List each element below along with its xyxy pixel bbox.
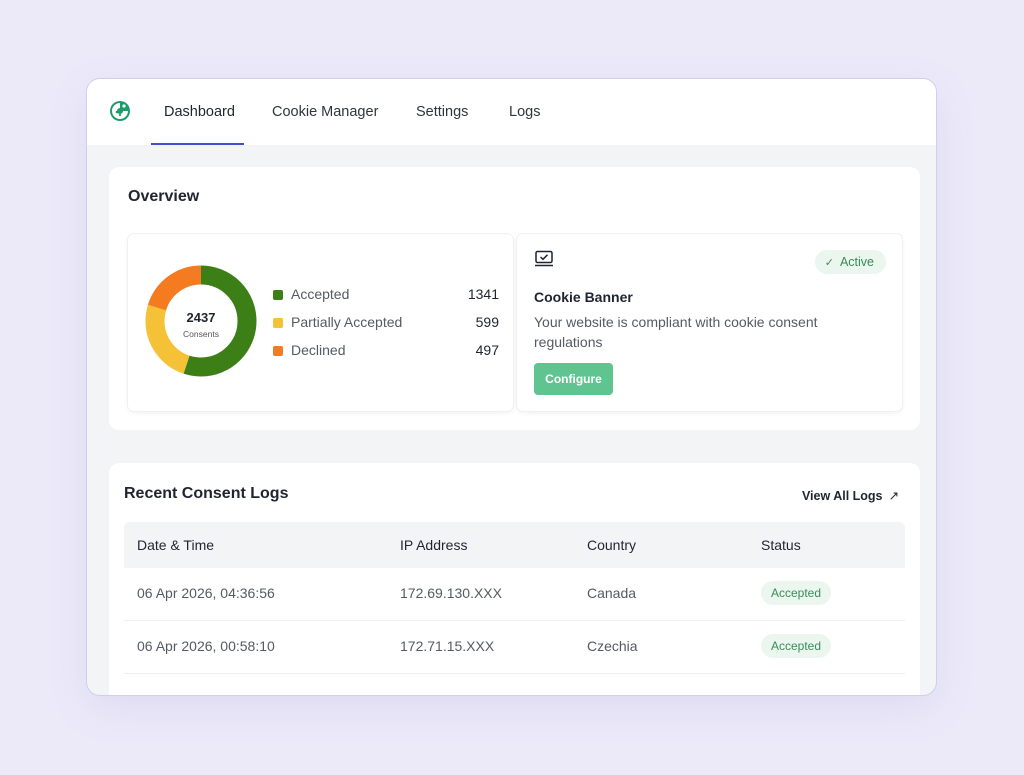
cookie-banner-panel: ✓ Active Cookie Banner Your website is co… — [517, 234, 902, 411]
tab-cookie-manager[interactable]: Cookie Manager — [272, 79, 378, 145]
recent-logs-card: Recent Consent Logs View All Logs ↗ Date … — [109, 463, 920, 695]
cell-ip: 172.69.130.XXX — [400, 585, 502, 601]
legend-label: Declined — [291, 342, 346, 358]
legend-accepted: Accepted 1341 — [273, 286, 499, 306]
status-badge: Accepted — [761, 634, 832, 658]
legend-value: 1341 — [467, 286, 499, 302]
column-header-date[interactable]: Date & Time — [137, 537, 214, 553]
column-header-status[interactable]: Status — [761, 537, 801, 553]
overview-title: Overview — [128, 188, 200, 205]
logs-title: Recent Consent Logs — [124, 485, 289, 502]
app-window: Dashboard Cookie Manager Settings Logs O… — [86, 78, 937, 696]
accepted-swatch — [273, 290, 283, 300]
status-badge: ✓ Active — [814, 250, 886, 274]
configure-button[interactable]: Configure — [534, 363, 613, 395]
tab-dashboard[interactable]: Dashboard — [164, 79, 235, 145]
cell-date: 06 Apr 2026, 00:58:10 — [137, 638, 275, 654]
top-navigation: Dashboard Cookie Manager Settings Logs — [87, 79, 936, 145]
consent-stats-panel: 2437 Consents Accepted 1341 Partially Ac… — [128, 234, 513, 411]
status-badge-label: Active — [839, 255, 874, 269]
column-header-country[interactable]: Country — [587, 537, 636, 553]
tab-logs[interactable]: Logs — [509, 79, 540, 145]
legend-partially-accepted: Partially Accepted 599 — [273, 314, 499, 334]
table-row[interactable]: 06 Apr 2026, 04:36:56 172.69.130.XXX Can… — [124, 568, 905, 621]
cookie-logo-icon[interactable] — [109, 100, 131, 122]
partially-accepted-swatch — [273, 318, 283, 328]
cell-country: Canada — [587, 585, 637, 601]
column-header-ip[interactable]: IP Address — [400, 537, 467, 553]
legend-label: Accepted — [291, 286, 350, 302]
legend-declined: Declined 497 — [273, 342, 499, 362]
view-all-logs-link[interactable]: View All Logs ↗ — [802, 488, 899, 503]
cell-ip: 172.71.15.XXX — [400, 638, 495, 654]
arrow-up-right-icon: ↗ — [888, 489, 899, 503]
total-consents-value: 2437 — [186, 310, 216, 325]
table-row[interactable]: 06 Apr 2026, 00:58:10 172.71.15.XXX Czec… — [124, 621, 905, 674]
cell-country: Czechia — [587, 638, 638, 654]
banner-title: Cookie Banner — [534, 289, 633, 305]
banner-description: Your website is compliant with cookie co… — [534, 314, 818, 350]
cell-date: 06 Apr 2026, 04:36:56 — [137, 585, 275, 601]
overview-card: Overview 2437 Consents Accepted 1341 Par… — [109, 167, 920, 430]
legend-label: Partially Accepted — [291, 314, 403, 330]
check-icon: ✓ — [824, 257, 834, 269]
status-badge: Accepted — [761, 581, 832, 605]
legend-value: 497 — [475, 342, 499, 358]
total-consents-label: Consents — [183, 329, 219, 339]
tab-settings[interactable]: Settings — [416, 79, 468, 145]
monitor-check-icon — [535, 250, 553, 267]
table-header: Date & Time IP Address Country Status — [124, 522, 905, 568]
legend-value: 599 — [475, 314, 499, 330]
declined-swatch — [273, 346, 283, 356]
view-all-logs-label: View All Logs — [801, 489, 883, 503]
active-tab-indicator — [151, 143, 244, 145]
